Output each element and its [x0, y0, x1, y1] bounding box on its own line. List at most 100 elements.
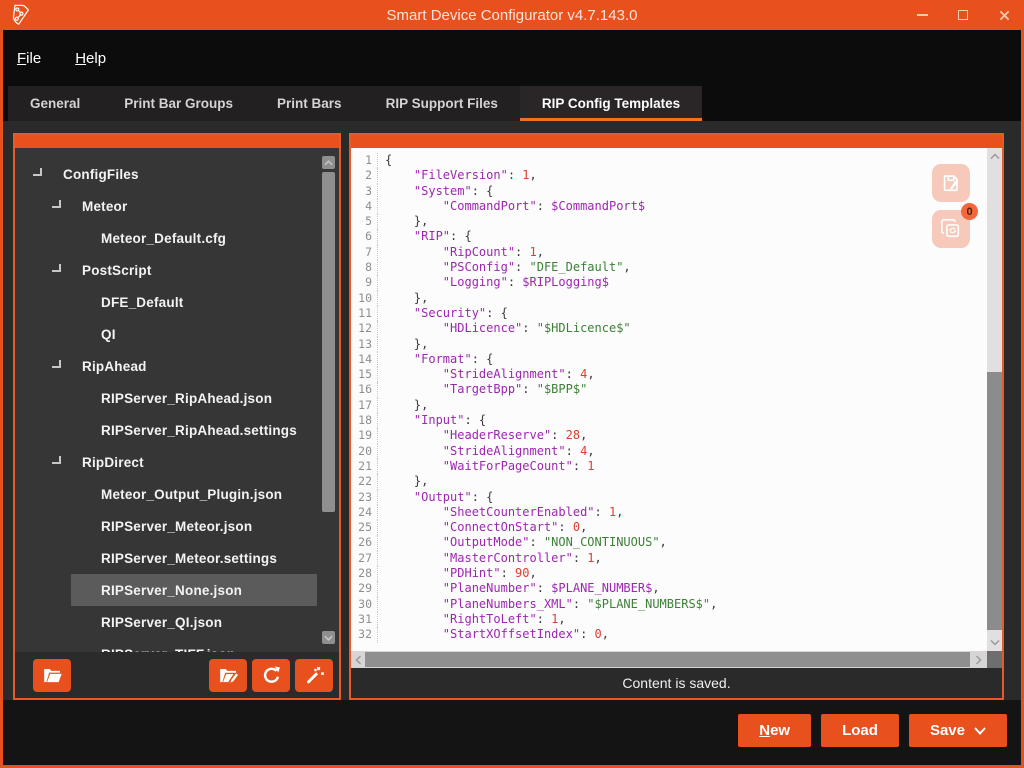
editor-horizontal-scrollbar-thumb[interactable] [365, 652, 970, 667]
collapse-arrow-icon[interactable] [33, 168, 42, 176]
tree-item-ripserver-qi-json[interactable]: RIPServer_QI.json [15, 606, 339, 638]
code-line: 2 "FileVersion": 1, [357, 168, 987, 183]
line-number: 32 [357, 627, 378, 642]
line-number: 19 [357, 428, 378, 443]
code-line-content: "OutputMode": "NON_CONTINUOUS", [378, 535, 667, 550]
tree-item-inner: Meteor [52, 190, 317, 222]
tree-item-ripserver-tiff-json[interactable]: RIPServer_TIFF.json [15, 638, 339, 652]
line-number: 17 [357, 398, 378, 413]
copy-count-badge: 0 [961, 203, 978, 220]
tree-item-meteor-output-plugin-json[interactable]: Meteor_Output_Plugin.json [15, 478, 339, 510]
code-line: 16 "TargetBpp": "$BPP$" [357, 382, 987, 397]
line-number: 14 [357, 352, 378, 367]
code-line: 12 "HDLicence": "$HDLicence$" [357, 321, 987, 336]
tree-item-ripserver-meteor-json[interactable]: RIPServer_Meteor.json [15, 510, 339, 542]
editor-scroll-down-icon[interactable] [987, 635, 1002, 650]
close-button[interactable] [997, 8, 1011, 22]
main-content: ConfigFilesMeteor Meteor_Default.cfg PostS… [3, 121, 1021, 700]
json-code-editor[interactable]: 1{2 "FileVersion": 1,3 "System": {4 "Com… [351, 148, 987, 651]
editor-floating-buttons: 0 [932, 164, 970, 248]
copy-template-button[interactable]: 0 [932, 210, 970, 248]
code-line-content: "ConnectOnStart": 0, [378, 520, 587, 535]
config-files-tree: ConfigFilesMeteor Meteor_Default.cfg PostS… [15, 148, 339, 652]
editor-vertical-scrollbar-thumb[interactable] [987, 372, 1002, 630]
menu-item-help[interactable]: Help [75, 50, 106, 67]
action-new-button[interactable]: New [738, 714, 811, 747]
tab-print-bar-groups[interactable]: Print Bar Groups [102, 86, 255, 121]
code-line-content: "HDLicence": "$HDLicence$" [378, 321, 631, 336]
save-template-button[interactable] [932, 164, 970, 202]
tab-print-bars[interactable]: Print Bars [255, 86, 364, 121]
tree-item-ripahead[interactable]: RipAhead [15, 350, 339, 382]
collapse-arrow-icon[interactable] [52, 264, 61, 272]
collapse-arrow-icon[interactable] [52, 456, 61, 464]
bottom-action-bar: New Load Save [3, 700, 1021, 765]
line-number: 6 [357, 229, 378, 244]
collapse-arrow-icon[interactable] [52, 360, 61, 368]
tree-item-inner: ConfigFiles [33, 158, 317, 190]
refresh-button[interactable] [252, 659, 290, 692]
line-number: 10 [357, 291, 378, 306]
action-load-button[interactable]: Load [821, 714, 899, 747]
tree-item-label: RIPServer_RipAhead.json [101, 391, 272, 406]
menu-item-file[interactable]: File [17, 50, 41, 67]
tree-item-configfiles[interactable]: ConfigFiles [15, 158, 339, 190]
tree-scrollbar[interactable] [322, 156, 335, 644]
tree-item-label: RipAhead [82, 359, 147, 374]
tab-bar: GeneralPrint Bar GroupsPrint BarsRIP Sup… [3, 86, 1021, 121]
tab-general[interactable]: General [8, 86, 102, 121]
tree-item-qi[interactable]: QI [15, 318, 339, 350]
tree-item-label: Meteor_Default.cfg [101, 231, 226, 246]
tree-item-ripserver-meteor-settings[interactable]: RIPServer_Meteor.settings [15, 542, 339, 574]
tree-scroll-down-icon[interactable] [322, 631, 335, 644]
tree-toolbar [15, 652, 339, 698]
editor-horizontal-scrollbar[interactable] [351, 651, 1002, 668]
tab-rip-support-files[interactable]: RIP Support Files [364, 86, 520, 121]
code-line-content: "RightToLeft": 1, [378, 612, 566, 627]
tab-rip-config-templates[interactable]: RIP Config Templates [520, 86, 702, 121]
tree-item-ripserver-ripahead-settings[interactable]: RIPServer_RipAhead.settings [15, 414, 339, 446]
line-number: 24 [357, 505, 378, 520]
editor-scroll-right-icon[interactable] [971, 651, 986, 668]
code-line-content: "Security": { [378, 306, 508, 321]
line-number: 27 [357, 551, 378, 566]
tree-item-dfe-default[interactable]: DFE_Default [15, 286, 339, 318]
code-line-content: "PDHint": 90, [378, 566, 537, 581]
code-line: 1{ [357, 153, 987, 168]
tree-item-meteor-default-cfg[interactable]: Meteor_Default.cfg [15, 222, 339, 254]
status-bar: Content is saved. [351, 668, 1002, 698]
code-line-content: "RipCount": 1, [378, 245, 544, 260]
tree-scroll-up-icon[interactable] [322, 156, 335, 169]
minimize-button[interactable] [915, 8, 929, 22]
editor-scroll-left-icon[interactable] [351, 651, 366, 668]
tree-scrollbar-thumb[interactable] [322, 172, 335, 512]
tree-item-postscript[interactable]: PostScript [15, 254, 339, 286]
code-line-content: "RIP": { [378, 229, 472, 244]
editor-vertical-scrollbar[interactable] [987, 148, 1002, 651]
code-line-content: "StartXOffsetIndex": 0, [378, 627, 609, 642]
magic-wand-button[interactable] [295, 659, 333, 692]
code-line-content: "FileVersion": 1, [378, 168, 537, 183]
tree-item-inner: RipAhead [52, 350, 317, 382]
code-line: 31 "RightToLeft": 1, [357, 612, 987, 627]
code-line: 7 "RipCount": 1, [357, 245, 987, 260]
line-number: 23 [357, 490, 378, 505]
action-save-button[interactable]: Save [909, 714, 1007, 747]
line-number: 18 [357, 413, 378, 428]
tree-item-ripdirect[interactable]: RipDirect [15, 446, 339, 478]
editor-scroll-up-icon[interactable] [987, 149, 1002, 164]
maximize-button[interactable] [956, 8, 970, 22]
code-line: 32 "StartXOffsetIndex": 0, [357, 627, 987, 642]
open-folder-button[interactable] [33, 659, 71, 692]
collapse-arrow-icon[interactable] [52, 200, 61, 208]
edit-folder-button[interactable] [209, 659, 247, 692]
line-number: 15 [357, 367, 378, 382]
tree-item-inner: PostScript [52, 254, 317, 286]
code-line-content: "MasterController": 1, [378, 551, 602, 566]
tree-item-label: Meteor_Output_Plugin.json [101, 487, 282, 502]
code-line: 30 "PlaneNumbers_XML": "$PLANE_NUMBERS$"… [357, 597, 987, 612]
code-line: 8 "PSConfig": "DFE_Default", [357, 260, 987, 275]
tree-item-ripserver-none-json[interactable]: RIPServer_None.json [15, 574, 339, 606]
tree-item-ripserver-ripahead-json[interactable]: RIPServer_RipAhead.json [15, 382, 339, 414]
tree-item-meteor[interactable]: Meteor [15, 190, 339, 222]
